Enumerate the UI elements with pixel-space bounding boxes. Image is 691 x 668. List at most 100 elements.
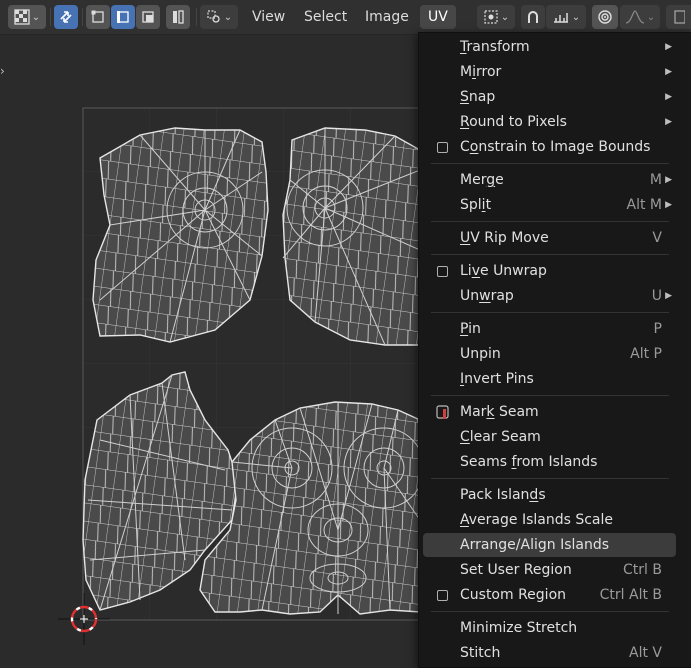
menu-separator: [431, 395, 669, 396]
menu-item-label: Mark Seam: [460, 404, 539, 420]
proportional-edit-toggle[interactable]: [592, 5, 618, 29]
menu-item-shortcut: Alt V: [629, 645, 662, 661]
menu-item-label: Clear Seam: [460, 429, 541, 445]
menu-item-pin[interactable]: Pin P: [423, 317, 676, 341]
sync-selection-icon: [58, 9, 74, 25]
overflow-button[interactable]: [666, 5, 691, 29]
menu-item-custom-region[interactable]: Custom Region Ctrl Alt B: [423, 583, 676, 607]
submenu-arrow-icon: ▶: [665, 67, 672, 77]
menu-item-label: Constrain to Image Bounds: [460, 139, 651, 155]
menu-item-label: Merge: [460, 172, 504, 188]
menu-item-label: Unwrap: [460, 288, 514, 304]
menu-item-label: Seams from Islands: [460, 454, 598, 470]
menu-item-mirror[interactable]: Mirror ▶: [423, 60, 676, 84]
menu-item-seams-from-islands[interactable]: Seams from Islands: [423, 450, 676, 474]
menu-item-unpin[interactable]: Unpin Alt P: [423, 342, 676, 366]
overflow-icon: [673, 9, 685, 25]
menu-item-merge[interactable]: Merge M ▶: [423, 168, 676, 192]
menu-item-constrain-to-image-bounds[interactable]: Constrain to Image Bounds: [423, 135, 676, 159]
menu-item-shortcut: Alt M: [626, 197, 663, 213]
menu-item-uv-rip-move[interactable]: UV Rip Move V: [423, 226, 676, 250]
menu-item-set-user-region[interactable]: Set User Region Ctrl B: [423, 558, 676, 582]
menu-separator: [431, 163, 669, 164]
menu-item-snap[interactable]: Snap ▶: [423, 85, 676, 109]
snap-toggle[interactable]: [521, 5, 545, 29]
face-select-button[interactable]: [136, 5, 160, 29]
menu-item-stitch[interactable]: Stitch Alt V: [423, 641, 676, 665]
menu-item-label: Pack Islands: [460, 487, 546, 503]
menu-item-label: Transform: [460, 39, 530, 55]
menu-item-label: Custom Region: [460, 587, 567, 603]
menu-item-arrange-align-islands[interactable]: Arrange/Align Islands: [423, 533, 676, 557]
uv-editor-header: ⌄ ⌄ View Select Image UV ⌄ ⌄ ⌄: [0, 0, 691, 35]
uv-island-top-right: [282, 127, 421, 346]
checkbox-icon[interactable]: [437, 589, 448, 601]
menu-item-transform[interactable]: Transform ▶: [423, 35, 676, 59]
edge-select-icon: [115, 9, 131, 25]
menu-separator: [431, 312, 669, 313]
menu-item-label: Unpin: [460, 346, 501, 362]
menu-item-unwrap[interactable]: Unwrap U ▶: [423, 284, 676, 308]
menu-item-label: Set User Region: [460, 562, 572, 578]
menu-item-label: Snap: [460, 89, 496, 105]
snap-target-icon: [552, 9, 570, 25]
menu-item-average-islands-scale[interactable]: Average Islands Scale: [423, 508, 676, 532]
menu-item-shortcut: Ctrl B: [623, 562, 662, 578]
menu-item-shortcut: U: [651, 288, 662, 304]
sync-selection-button[interactable]: [54, 5, 78, 29]
island-select-button[interactable]: [166, 5, 190, 29]
menu-item-label: Pin: [460, 321, 481, 337]
menu-item-shortcut: Alt P: [630, 346, 662, 362]
menu-item-label: Average Islands Scale: [460, 512, 614, 528]
menu-item-label: Invert Pins: [460, 371, 534, 387]
menu-item-minimize-stretch[interactable]: Minimize Stretch: [423, 616, 676, 640]
menu-item-round-to-pixels[interactable]: Round to Pixels ▶: [423, 110, 676, 134]
menu-item-label: Arrange/Align Islands: [460, 537, 610, 553]
submenu-arrow-icon: ▶: [665, 200, 672, 210]
checkbox-icon[interactable]: [437, 141, 448, 153]
menu-item-live-unwrap[interactable]: Live Unwrap: [423, 259, 676, 283]
falloff-dropdown[interactable]: ⌄: [620, 5, 660, 29]
snap-target-dropdown[interactable]: ⌄: [546, 5, 586, 29]
menu-item-label: Split: [460, 197, 492, 213]
menu-select[interactable]: Select: [296, 5, 355, 29]
menu-item-label: Stitch: [460, 645, 501, 661]
pivot-icon: [483, 9, 499, 25]
falloff-icon: [625, 9, 645, 25]
menu-separator: [431, 221, 669, 222]
menu-view[interactable]: View: [244, 5, 293, 29]
menu-item-label: UV Rip Move: [460, 230, 549, 246]
checkbox-icon[interactable]: [437, 265, 448, 277]
menu-item-mark-seam[interactable]: Mark Seam: [423, 400, 676, 424]
menu-item-clear-seam[interactable]: Clear Seam: [423, 425, 676, 449]
menu-item-shortcut: Ctrl Alt B: [599, 587, 662, 603]
uv-menu-dropdown: Transform ▶ Mirror ▶ Snap ▶ Round to Pixels ▶ Co…: [418, 32, 691, 668]
menu-item-shortcut: V: [652, 230, 662, 246]
editor-type-icon: [14, 9, 30, 25]
menu-item-pack-islands[interactable]: Pack Islands: [423, 483, 676, 507]
submenu-arrow-icon: ▶: [665, 117, 672, 127]
vertex-select-icon: [90, 9, 106, 25]
menu-separator: [431, 478, 669, 479]
submenu-arrow-icon: ▶: [665, 42, 672, 52]
island-select-icon: [170, 9, 186, 25]
menu-item-shortcut: M: [649, 172, 662, 188]
menu-item-label: Live Unwrap: [460, 263, 547, 279]
proportional-edit-icon: [597, 9, 613, 25]
menu-item-shortcut: P: [653, 321, 662, 337]
editor-type-button[interactable]: ⌄: [8, 5, 46, 29]
menu-item-split[interactable]: Split Alt M ▶: [423, 193, 676, 217]
menu-image[interactable]: Image: [357, 5, 417, 29]
menu-item-invert-pins[interactable]: Invert Pins: [423, 367, 676, 391]
sticky-selection-dropdown[interactable]: ⌄: [200, 5, 238, 29]
menu-uv[interactable]: UV: [420, 5, 456, 29]
pivot-dropdown[interactable]: ⌄: [477, 5, 515, 29]
snap-magnet-icon: [525, 9, 541, 25]
menu-separator: [431, 611, 669, 612]
submenu-arrow-icon: ▶: [665, 291, 672, 301]
sticky-selection-icon: [206, 9, 222, 25]
menu-item-label: Minimize Stretch: [460, 620, 578, 636]
vertex-select-button[interactable]: [86, 5, 110, 29]
edge-select-button[interactable]: [111, 5, 135, 29]
menu-item-label: Mirror: [460, 64, 502, 80]
